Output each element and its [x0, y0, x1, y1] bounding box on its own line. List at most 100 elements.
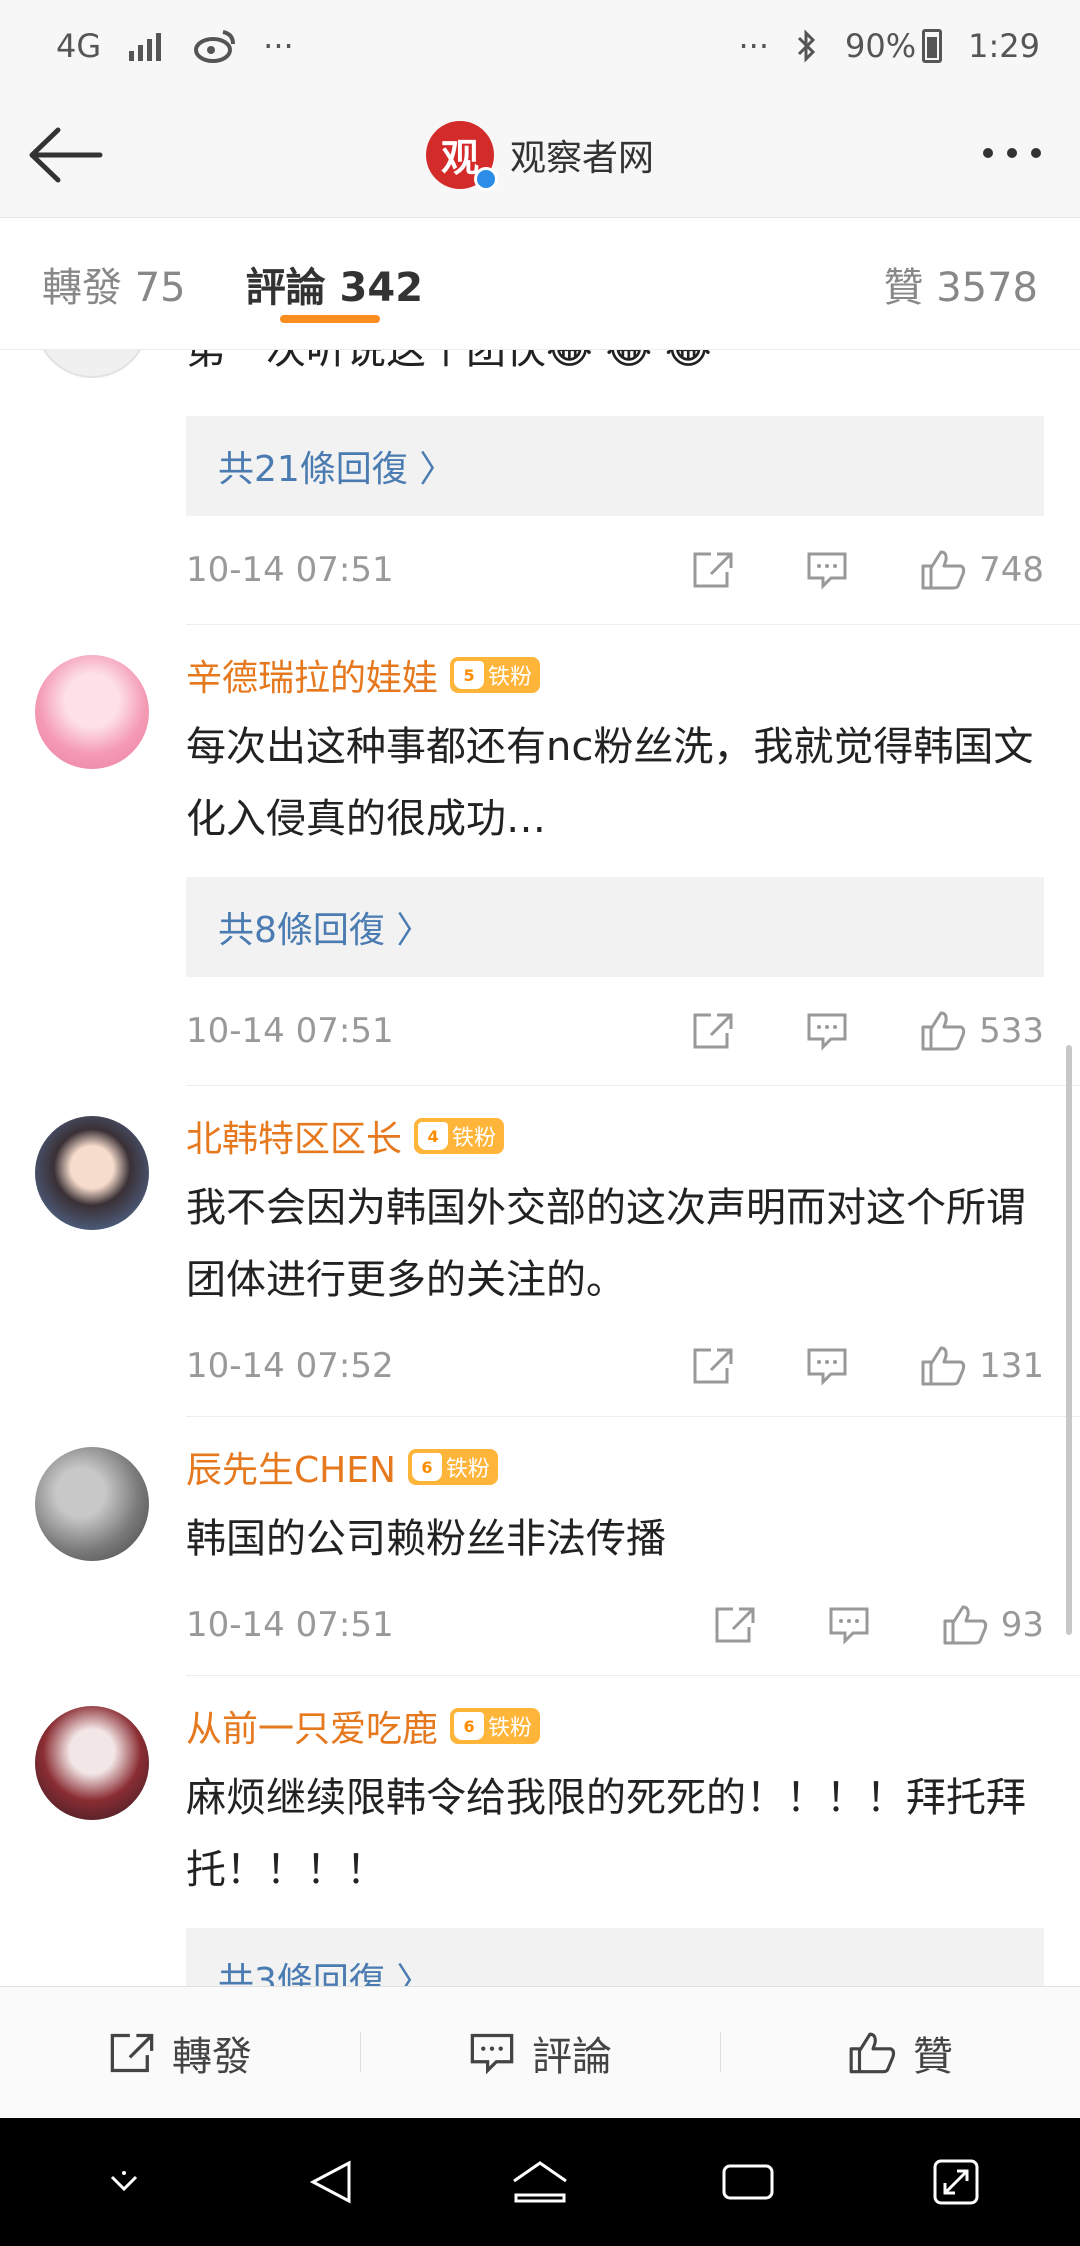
- dot-icon: [1031, 148, 1041, 158]
- fan-badge: 6 铁粉: [407, 1449, 498, 1485]
- repost-button[interactable]: 轉發: [0, 2024, 360, 2082]
- back-arrow-icon: [29, 127, 103, 183]
- hide-keyboard-button[interactable]: [89, 2147, 159, 2217]
- avatar[interactable]: [35, 350, 149, 378]
- expand-icon: [933, 2159, 979, 2205]
- reply-button[interactable]: [827, 1605, 871, 1645]
- comment-text: 每次出这种事都还有nc粉丝洗，我就觉得韩国文化入侵真的很成功…: [186, 724, 1034, 842]
- like-button[interactable]: 93: [941, 1603, 1044, 1647]
- share-button[interactable]: [691, 1011, 735, 1051]
- comment-time: 10-14 07:51: [186, 550, 394, 590]
- comment-meta: 10-14 07:51 93: [186, 1575, 1080, 1675]
- bottom-toolbar: 轉發 評論 贊: [0, 1986, 1080, 2118]
- like-post-button[interactable]: 贊: [720, 2024, 1080, 2082]
- comment-text: 韩国的公司赖粉丝非法传播: [186, 1516, 666, 1562]
- fan-badge: 4 铁粉: [414, 1118, 505, 1154]
- comment-button[interactable]: 評論: [360, 2024, 720, 2082]
- thumbs-up-icon: [921, 550, 966, 590]
- battery-percent: 90%: [845, 27, 917, 65]
- fan-badge-label: 铁粉: [445, 1457, 490, 1482]
- reply-button[interactable]: [805, 550, 849, 590]
- dot-icon: [1007, 148, 1017, 158]
- crown-icon: 4: [418, 1122, 449, 1150]
- signal-icon: [129, 33, 162, 61]
- like-count: 748: [979, 550, 1044, 590]
- like-button[interactable]: 533: [919, 1009, 1044, 1053]
- thumbs-up-icon: [921, 1346, 966, 1386]
- share-button[interactable]: [691, 1346, 735, 1386]
- nav-recents-button[interactable]: [713, 2147, 783, 2217]
- tab-comments[interactable]: 評論 342: [246, 255, 423, 323]
- dot-icon: [983, 148, 993, 158]
- fan-badge-label: 铁粉: [452, 1126, 497, 1151]
- status-more-right: ···: [738, 27, 770, 65]
- nav-expand-button[interactable]: [921, 2147, 991, 2217]
- comment-icon: [807, 552, 847, 590]
- comment-text: 第一次听说这个团伙😂 😂 😂: [186, 350, 712, 373]
- bluetooth-icon: [797, 29, 816, 63]
- avatar[interactable]: [35, 1706, 149, 1820]
- view-replies-link[interactable]: 共8條回復 〉: [186, 877, 1044, 977]
- fan-badge: 6 铁粉: [450, 1708, 541, 1744]
- fan-badge-label: 铁粉: [488, 665, 533, 690]
- comment-icon: [807, 1348, 847, 1386]
- battery-icon: [922, 29, 943, 63]
- comment-item[interactable]: 从前一只爱吃鹿 6 铁粉 麻烦继续限韩令给我限的死死的！！！！拜托拜托！！！！ …: [35, 1676, 1080, 1986]
- comment-icon: [470, 2033, 514, 2074]
- crown-icon: 6: [411, 1453, 442, 1481]
- status-more-left: ···: [263, 27, 294, 65]
- share-icon: [693, 1348, 733, 1384]
- comment-item[interactable]: 第一次听说这个团伙😂 😂 😂 共21條回復 〉 10-14 07:51 748: [35, 350, 1080, 625]
- comment-author[interactable]: 辛德瑞拉的娃娃: [186, 649, 438, 701]
- avatar[interactable]: [35, 1116, 149, 1230]
- view-replies-link[interactable]: 共21條回復 〉: [186, 416, 1044, 516]
- comment-author[interactable]: 北韩特区区长: [186, 1110, 402, 1162]
- share-icon: [110, 2033, 154, 2072]
- comment-author-row: 辛德瑞拉的娃娃 5 铁粉: [186, 649, 1080, 701]
- tab-likes[interactable]: 贊 3578: [883, 255, 1038, 313]
- thumbs-up-icon: [921, 1011, 966, 1051]
- comment-item[interactable]: 辰先生CHEN 6 铁粉 韩国的公司赖粉丝非法传播 10-14 07:51 93: [35, 1417, 1080, 1676]
- comment-author[interactable]: 从前一只爱吃鹿: [186, 1700, 438, 1752]
- crown-icon: 6: [454, 1712, 485, 1740]
- crown-icon: 5: [454, 661, 485, 689]
- comment-meta: 10-14 07:52 131: [186, 1316, 1080, 1416]
- scrollbar[interactable]: [1066, 1045, 1072, 1635]
- system-navigation-bar: [0, 2118, 1080, 2246]
- reply-button[interactable]: [805, 1011, 849, 1051]
- home-icon: [513, 2161, 567, 2203]
- share-button[interactable]: [691, 550, 735, 590]
- tab-repost[interactable]: 轉發 75: [42, 255, 186, 313]
- fan-badge: 5 铁粉: [450, 657, 541, 693]
- account-title[interactable]: 观 观察者网: [425, 120, 654, 191]
- comment-feed[interactable]: 第一次听说这个团伙😂 😂 😂 共21條回復 〉 10-14 07:51 748 …: [0, 350, 1080, 1986]
- avatar[interactable]: [35, 1447, 149, 1561]
- comment-item[interactable]: 北韩特区区长 4 铁粉 我不会因为韩国外交部的这次声明而对这个所谓团体进行更多的…: [35, 1086, 1080, 1417]
- avatar[interactable]: [35, 655, 149, 769]
- clock: 1:29: [968, 27, 1040, 65]
- nav-back-button[interactable]: [297, 2147, 367, 2217]
- recents-icon: [722, 2164, 774, 2200]
- share-button[interactable]: [713, 1605, 757, 1645]
- comment-time: 10-14 07:51: [186, 1011, 394, 1051]
- fan-badge-label: 铁粉: [488, 1716, 533, 1741]
- comment-text: 麻烦继续限韩令给我限的死死的！！！！拜托拜托！！！！: [186, 1775, 1026, 1893]
- more-options-button[interactable]: [972, 128, 1052, 178]
- comment-author-row: 北韩特区区长 4 铁粉: [186, 1110, 1080, 1162]
- comment-time: 10-14 07:52: [186, 1346, 394, 1386]
- view-replies-link[interactable]: 共3條回復 〉: [186, 1928, 1044, 1986]
- weibo-icon: [194, 30, 236, 63]
- comment-author[interactable]: 辰先生CHEN: [186, 1441, 396, 1493]
- thumbs-up-icon: [849, 2032, 896, 2073]
- back-button[interactable]: [26, 120, 106, 190]
- like-count: 131: [979, 1346, 1044, 1386]
- reply-button[interactable]: [805, 1346, 849, 1386]
- comment-item[interactable]: 辛德瑞拉的娃娃 5 铁粉 每次出这种事都还有nc粉丝洗，我就觉得韩国文化入侵真的…: [35, 625, 1080, 1086]
- comment-meta: 10-14 07:51 748: [186, 516, 1080, 624]
- nav-home-button[interactable]: [505, 2147, 575, 2217]
- comment-time: 10-14 07:51: [186, 1605, 394, 1645]
- verified-badge-icon: [473, 166, 498, 191]
- like-button[interactable]: 131: [919, 1344, 1044, 1388]
- comment-icon: [829, 1607, 869, 1645]
- like-button[interactable]: 748: [919, 548, 1044, 592]
